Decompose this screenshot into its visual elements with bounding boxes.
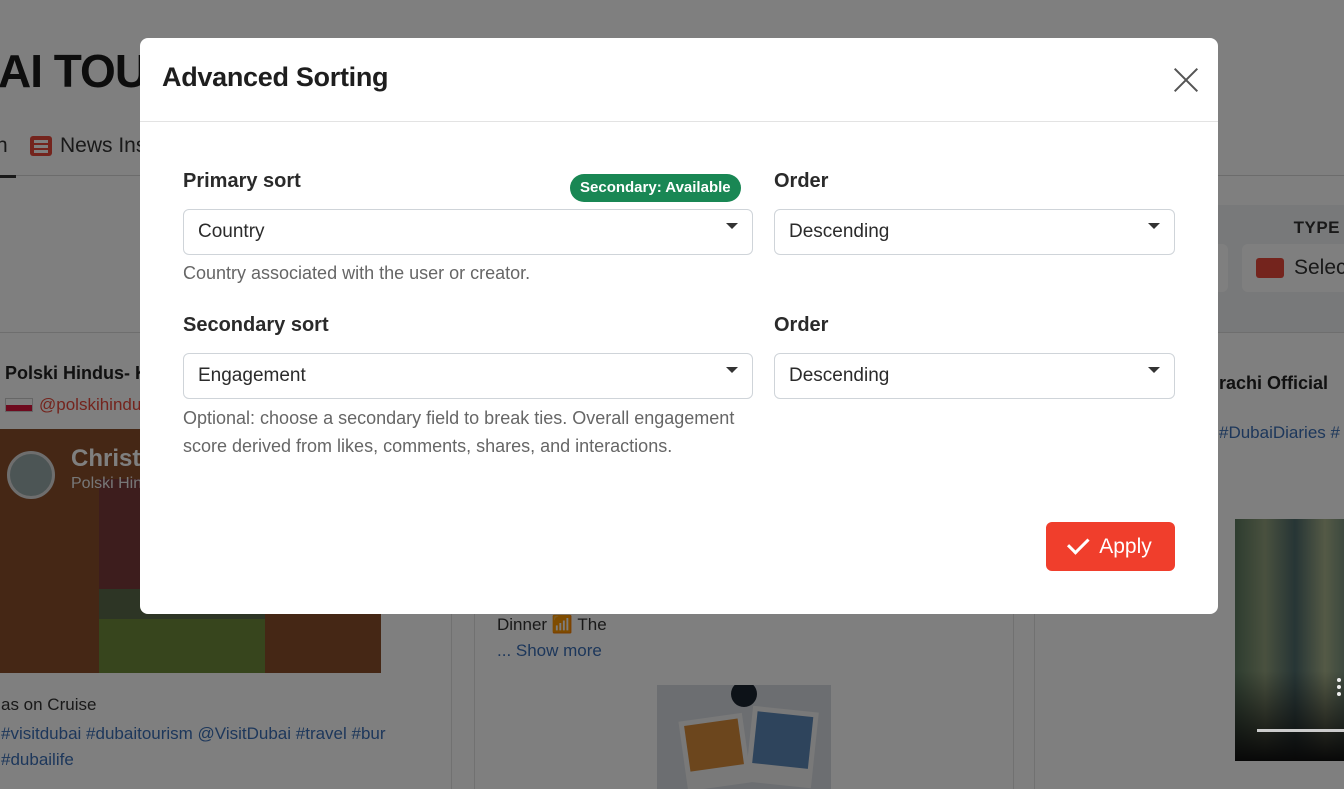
secondary-order-select[interactable]: Descending [774,353,1175,399]
more-options-icon[interactable] [1337,685,1341,689]
secondary-sort-select[interactable]: Engagement [183,353,753,399]
apply-button[interactable]: Apply [1046,522,1175,571]
primary-sort-value: Country [198,221,265,242]
secondary-order-label: Order [774,314,829,336]
apply-button-label: Apply [1099,534,1152,558]
primary-sort-help: Country associated with the user or crea… [183,263,531,283]
close-icon[interactable] [1170,64,1202,96]
secondary-order-value: Descending [789,365,890,386]
secondary-sort-help: Optional: choose a secondary field to br… [183,408,735,456]
primary-sort-label: Primary sort [183,170,301,192]
status-badge: Secondary: Available [570,174,741,202]
modal-header: Advanced Sorting [140,38,1218,122]
primary-order-select[interactable]: Descending [774,209,1175,255]
primary-order-label: Order [774,170,829,192]
primary-order-value: Descending [789,221,890,242]
video-progress-bar[interactable] [1257,729,1344,732]
modal-title: Advanced Sorting [162,62,389,92]
advanced-sorting-modal: Advanced Sorting Primary sort Secondary:… [140,38,1218,614]
secondary-sort-label: Secondary sort [183,314,329,336]
secondary-sort-value: Engagement [198,365,306,386]
check-icon [1067,531,1090,555]
primary-sort-select[interactable]: Country [183,209,753,255]
